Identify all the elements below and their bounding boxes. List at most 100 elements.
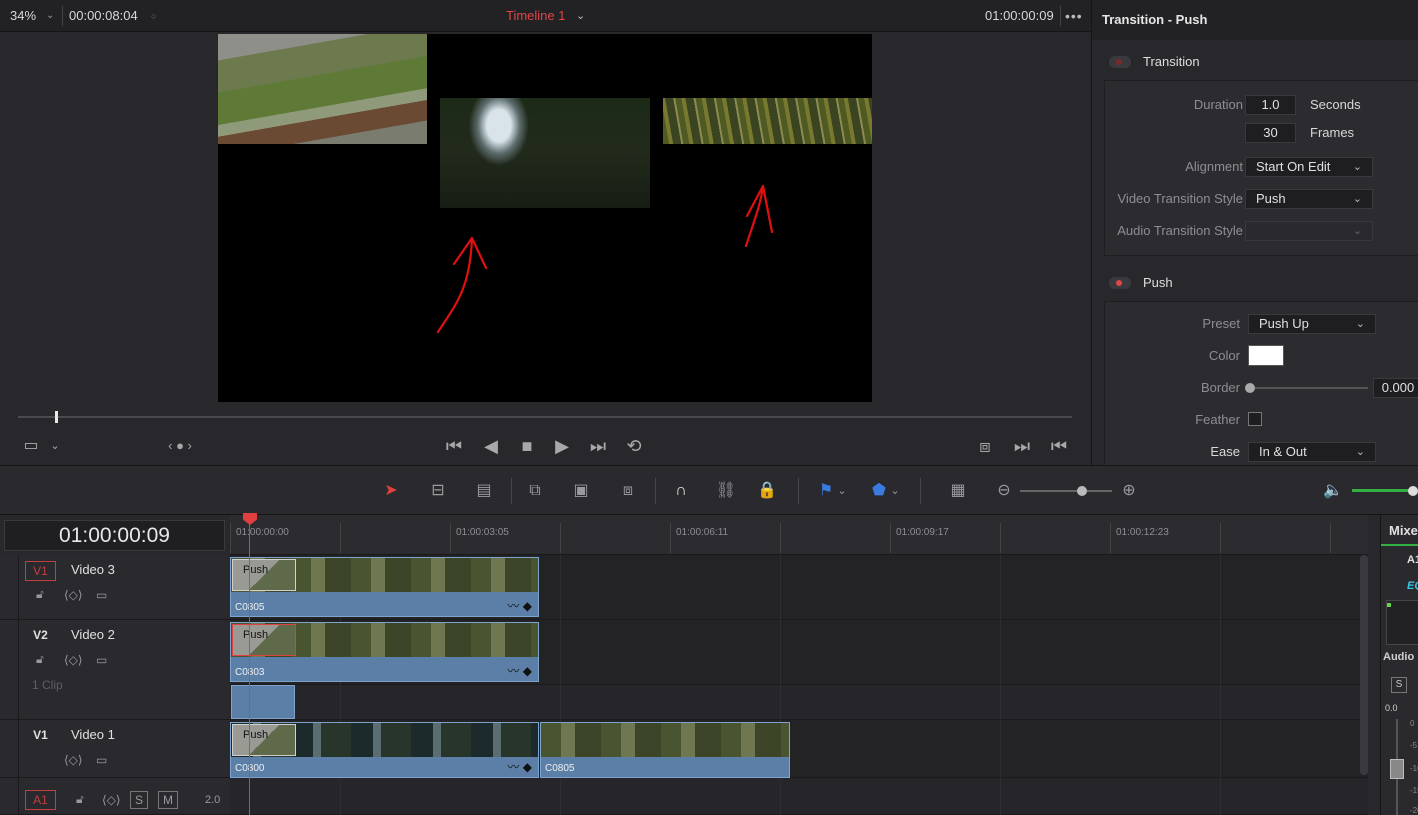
next-edit-icon[interactable]: ⏭: [1011, 436, 1033, 456]
auto-select-icon[interactable]: ⟨◇⟩: [64, 753, 83, 767]
timeline-view-icon[interactable]: ▦: [943, 480, 973, 502]
zoom-level[interactable]: 34%: [10, 6, 36, 26]
trim-tool-icon[interactable]: ⊟: [423, 480, 453, 502]
track-name[interactable]: Video 1: [71, 727, 115, 742]
jog-control[interactable]: ‹ ● ›: [152, 436, 208, 456]
timeline-chevron-icon[interactable]: ⌄: [576, 6, 585, 26]
alignment-dropdown[interactable]: Start On Edit ⌄: [1245, 157, 1373, 177]
track-id[interactable]: V1: [25, 561, 56, 581]
clip-video-1-b[interactable]: C0805: [540, 722, 790, 778]
ease-dropdown[interactable]: In & Out ⌄: [1248, 442, 1376, 462]
timeline-name[interactable]: Timeline 1: [506, 6, 565, 26]
keyframe-icon[interactable]: 〰 ◆: [507, 597, 532, 614]
track-header-video-3[interactable]: V1 Video 3 🔓︎ ⟨◇⟩ ▭: [0, 555, 230, 620]
track-name[interactable]: Video 2: [71, 627, 115, 642]
track-visibility-icon[interactable]: ▭: [96, 653, 107, 667]
zoom-out-icon[interactable]: ⊖: [990, 480, 1018, 502]
selection-tool-icon[interactable]: ➤: [377, 480, 405, 502]
clip-video-3[interactable]: Push C0805 〰 ◆: [230, 557, 539, 617]
mixer-eq[interactable]: EQ: [1407, 580, 1418, 592]
track-id[interactable]: V2: [25, 626, 56, 646]
skip-to-start-icon[interactable]: ⏮: [443, 436, 465, 456]
track-header-video-2[interactable]: V2 Video 2 🔓︎ ⟨◇⟩ ▭ 1 Clip: [0, 620, 230, 720]
previous-edit-icon[interactable]: ⏮: [1048, 436, 1070, 456]
mixer-solo-button[interactable]: S: [1391, 677, 1407, 693]
duration-seconds-field[interactable]: 1.0: [1245, 95, 1296, 115]
mixer-fader-handle[interactable]: [1390, 759, 1404, 779]
zoom-in-icon[interactable]: ⊕: [1115, 480, 1143, 502]
overwrite-clip-icon[interactable]: ▣: [567, 480, 595, 502]
track-header-audio-1[interactable]: A1 🔓︎ ⟨◇⟩ S M 2.0: [0, 778, 230, 815]
flag-chevron-icon[interactable]: ⌄: [834, 480, 850, 502]
clip-video-2-extra[interactable]: [231, 685, 295, 719]
mute-button[interactable]: M: [158, 791, 178, 809]
push-transition-v1[interactable]: Push: [232, 724, 296, 756]
viewer-canvas[interactable]: [218, 34, 872, 402]
audio-style-dropdown[interactable]: ⌄: [1245, 221, 1373, 241]
color-swatch[interactable]: [1248, 345, 1284, 366]
push-transition-v3[interactable]: Push: [232, 559, 296, 591]
auto-select-icon[interactable]: ⟨◇⟩: [64, 588, 83, 602]
track-id[interactable]: A1: [25, 790, 56, 810]
marker-chevron-icon[interactable]: ⌄: [887, 480, 903, 502]
track-visibility-icon[interactable]: ▭: [96, 753, 107, 767]
transition-toggle[interactable]: [1109, 56, 1131, 68]
loop-icon[interactable]: ⟲: [623, 436, 645, 456]
solo-button[interactable]: S: [130, 791, 148, 809]
scrub-playhead[interactable]: [55, 411, 58, 423]
replace-clip-icon[interactable]: ⧈: [613, 480, 643, 502]
push-toggle[interactable]: [1109, 277, 1131, 289]
timeline-playhead[interactable]: [249, 515, 250, 815]
feather-checkbox[interactable]: [1248, 412, 1262, 426]
track-visibility-icon[interactable]: ▭: [96, 588, 107, 602]
volume-slider[interactable]: [1352, 489, 1412, 492]
ruler-tick: [450, 523, 451, 553]
more-options-icon[interactable]: •••: [1065, 6, 1083, 26]
timeline-ruler[interactable]: 01:00:00:00 01:00:03:05 01:00:06:11 01:0…: [230, 515, 1368, 555]
track-lanes[interactable]: Push C0805 〰 ◆ Push C0803 〰 ◆ Push C0800…: [230, 555, 1368, 815]
border-value-field[interactable]: 0.000: [1373, 378, 1418, 398]
lock-icon[interactable]: 🔓︎: [36, 652, 44, 667]
track-header-video-1[interactable]: V1 Video 1 ⟨◇⟩ ▭: [0, 720, 230, 778]
transition-section-header[interactable]: Transition: [1092, 45, 1418, 77]
push-transition-v2-selected[interactable]: Push: [232, 624, 296, 656]
lock-icon[interactable]: 🔓︎: [76, 792, 84, 807]
source-timecode[interactable]: 00:00:08:04: [69, 6, 138, 26]
track-id[interactable]: V1: [25, 726, 56, 746]
position-lock-icon[interactable]: 🔒: [753, 480, 781, 502]
border-slider[interactable]: [1250, 387, 1368, 389]
keyframe-icon[interactable]: 〰 ◆: [507, 662, 532, 679]
viewer-scrub-bar[interactable]: [18, 416, 1072, 418]
preset-dropdown[interactable]: Push Up ⌄: [1248, 314, 1376, 334]
chevron-down-icon[interactable]: ⌄: [46, 6, 54, 26]
record-timecode[interactable]: 01:00:00:09: [985, 6, 1054, 26]
auto-select-icon[interactable]: ⟨◇⟩: [64, 653, 83, 667]
linked-selection-icon[interactable]: ⛓: [712, 480, 740, 502]
match-frame-icon[interactable]: ⧈: [974, 436, 996, 456]
viewer-mode-icon[interactable]: ▭: [20, 436, 42, 456]
volume-icon[interactable]: 🔈: [1319, 480, 1347, 502]
stop-icon[interactable]: ■: [516, 436, 538, 456]
play-reverse-icon[interactable]: ◀: [480, 436, 502, 456]
clip-video-2[interactable]: Push C0803 〰 ◆: [230, 622, 539, 682]
play-icon[interactable]: ▶: [551, 436, 573, 456]
zoom-slider-handle[interactable]: [1077, 486, 1087, 496]
blade-tool-icon[interactable]: ▤: [469, 480, 499, 502]
timeline-timecode[interactable]: 01:00:00:09: [4, 520, 225, 551]
volume-slider-handle[interactable]: [1408, 486, 1418, 496]
insert-clip-icon[interactable]: ⧉: [520, 480, 550, 502]
skip-to-end-icon[interactable]: ⏭: [587, 436, 609, 456]
auto-select-icon[interactable]: ⟨◇⟩: [102, 793, 121, 807]
snapping-icon[interactable]: ∩: [667, 480, 695, 502]
viewer-mode-chevron-icon[interactable]: ⌄: [44, 436, 66, 456]
zoom-slider[interactable]: [1020, 490, 1112, 492]
vertical-scrollbar[interactable]: [1360, 555, 1368, 775]
video-style-dropdown[interactable]: Push ⌄: [1245, 189, 1373, 209]
keyframe-icon[interactable]: 〰 ◆: [507, 758, 532, 775]
lock-icon[interactable]: 🔓︎: [36, 587, 44, 602]
clip-video-1-a[interactable]: Push C0800 〰 ◆: [230, 722, 539, 778]
track-name[interactable]: Video 3: [71, 562, 115, 577]
push-section-header[interactable]: Push: [1092, 266, 1418, 298]
duration-frames-field[interactable]: 30: [1245, 123, 1296, 143]
border-slider-handle[interactable]: [1245, 383, 1255, 393]
